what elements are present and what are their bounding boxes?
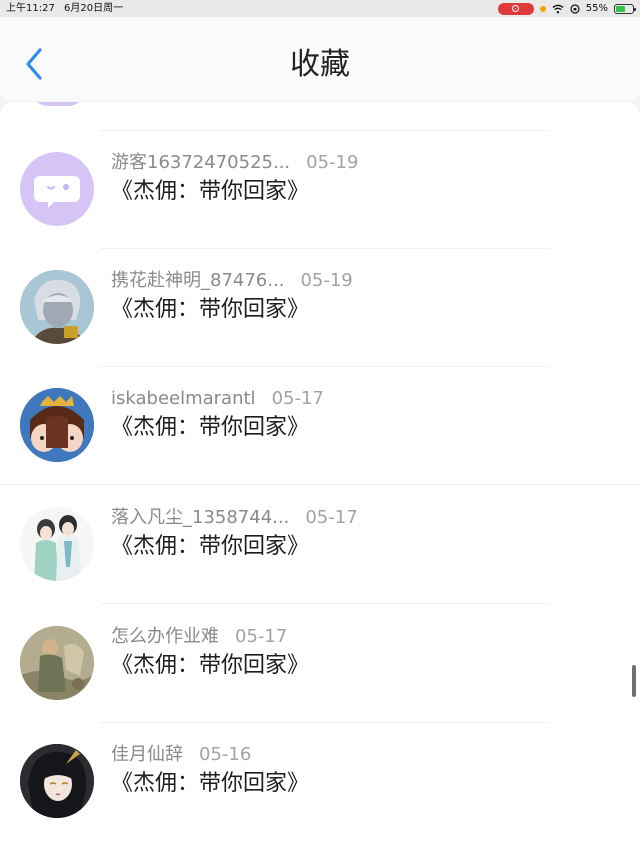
- status-bar: 上午11:27 6月20日周一 55%: [0, 0, 640, 17]
- list-item[interactable]: 落入凡尘_1358744... 05-17 《杰佣：带你回家》: [0, 507, 640, 625]
- battery-percent: 55%: [585, 3, 608, 14]
- avatar[interactable]: [20, 626, 94, 700]
- avatar[interactable]: [20, 152, 94, 226]
- user-name[interactable]: 佳月仙辞 05-16: [111, 744, 251, 766]
- user-name-text: 游客16372470525...: [111, 152, 291, 173]
- divider: [100, 130, 550, 131]
- avatar[interactable]: [20, 744, 94, 818]
- item-date: 05-17: [305, 507, 358, 528]
- user-name-text: 落入凡尘_1358744...: [111, 507, 290, 528]
- scrollbar-thumb[interactable]: [632, 665, 636, 697]
- couple-illustration-icon: [20, 507, 94, 581]
- divider: [100, 366, 550, 367]
- user-name-text: 佳月仙辞: [111, 744, 183, 765]
- divider: [100, 722, 550, 723]
- user-name[interactable]: iskabeelmarantl 05-17: [111, 388, 324, 410]
- status-time-date: 上午11:27 6月20日周一: [6, 0, 123, 17]
- orientation-lock-icon: [570, 3, 580, 14]
- user-name[interactable]: 怎么办作业难 05-17: [111, 626, 287, 648]
- divider: [100, 248, 550, 249]
- item-date: 05-19: [300, 270, 353, 291]
- favorites-list[interactable]: 游客16372470525... 05-19 《杰佣：带你回家》 携花赴神明_87…: [0, 102, 640, 853]
- book-title[interactable]: 《杰佣：带你回家》: [111, 414, 309, 442]
- book-title[interactable]: 《杰佣：带你回家》: [111, 296, 309, 324]
- user-name[interactable]: 游客16372470525... 05-19: [111, 152, 358, 174]
- book-title[interactable]: 《杰佣：带你回家》: [111, 533, 309, 561]
- list-item[interactable]: 携花赴神明_87476... 05-19 《杰佣：带你回家》: [0, 270, 640, 388]
- user-name[interactable]: 携花赴神明_87476... 05-19: [111, 270, 353, 292]
- book-title[interactable]: 《杰佣：带你回家》: [111, 652, 309, 680]
- item-date: 05-17: [271, 388, 324, 409]
- silver-hair-character-icon: [20, 270, 94, 344]
- item-date: 05-17: [235, 626, 288, 647]
- user-name-text: 怎么办作业难: [111, 626, 219, 647]
- avatar[interactable]: [20, 507, 94, 581]
- divider: [0, 484, 640, 485]
- list-item[interactable]: 佳月仙辞 05-16 《杰佣：带你回家》: [0, 744, 640, 853]
- user-name-text: iskabeelmarantl: [111, 388, 256, 409]
- user-name-text: 携花赴神明_87476...: [111, 270, 285, 291]
- avatar[interactable]: [20, 270, 94, 344]
- screen-recording-icon[interactable]: [497, 2, 534, 15]
- avatar-partial: [33, 102, 83, 106]
- book-title[interactable]: 《杰佣：带你回家》: [111, 178, 309, 206]
- list-item[interactable]: 怎么办作业难 05-17 《杰佣：带你回家》: [0, 626, 640, 744]
- item-date: 05-16: [199, 744, 252, 765]
- list-item[interactable]: iskabeelmarantl 05-17 《杰佣：带你回家》: [0, 388, 640, 506]
- twin-character-icon: [20, 388, 94, 462]
- mic-indicator-icon: [539, 5, 546, 12]
- wifi-icon: [552, 4, 564, 13]
- divider: [100, 603, 550, 604]
- page-title: 收藏: [290, 47, 350, 82]
- user-name[interactable]: 落入凡尘_1358744... 05-17: [111, 507, 358, 529]
- status-time: 上午11:27: [6, 3, 55, 14]
- nav-header: 收藏: [0, 17, 640, 101]
- book-title[interactable]: 《杰佣：带你回家》: [111, 770, 309, 798]
- status-date: 6月20日周一: [64, 3, 124, 14]
- item-date: 05-19: [306, 152, 359, 173]
- battery-icon: [614, 3, 636, 14]
- status-indicators: 55%: [497, 0, 636, 17]
- chat-bubble-face-icon: [34, 176, 80, 208]
- avatar[interactable]: [20, 388, 94, 462]
- list-item[interactable]: 游客16372470525... 05-19 《杰佣：带你回家》: [0, 152, 640, 270]
- painting-icon: [20, 626, 94, 700]
- dark-hair-character-icon: [20, 744, 94, 818]
